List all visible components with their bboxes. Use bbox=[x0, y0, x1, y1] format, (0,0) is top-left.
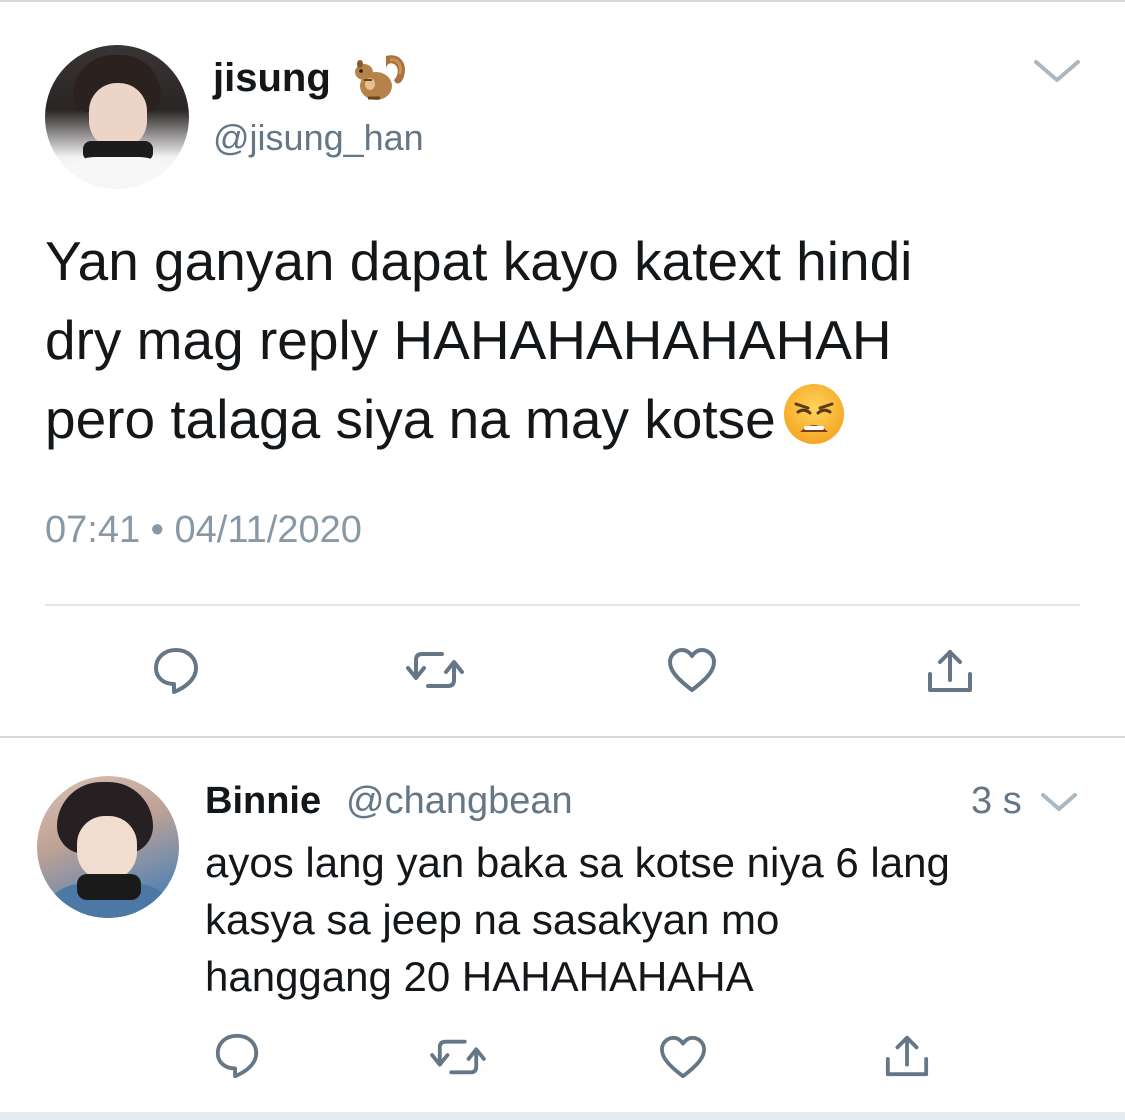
divider bbox=[45, 604, 1080, 606]
display-name[interactable]: jisung bbox=[213, 54, 331, 102]
retweet-icon[interactable] bbox=[406, 646, 464, 694]
reply-text: ayos lang yan baka sa kotse niya 6 lang … bbox=[205, 839, 950, 1000]
reply-username-handle[interactable]: @changbean bbox=[346, 778, 573, 824]
tweet-timestamp[interactable]: 07:41 • 04/11/2020 bbox=[45, 506, 362, 554]
chevron-down-icon[interactable] bbox=[1032, 56, 1082, 86]
weary-face-emoji-icon bbox=[783, 384, 844, 444]
squirrel-emoji-icon bbox=[355, 55, 406, 100]
tweet-separator bbox=[0, 736, 1125, 738]
heart-icon[interactable] bbox=[658, 1034, 708, 1080]
top-divider bbox=[0, 0, 1125, 2]
reply-avatar[interactable] bbox=[37, 776, 179, 918]
share-icon[interactable] bbox=[884, 1032, 930, 1080]
retweet-icon[interactable] bbox=[430, 1034, 486, 1080]
avatar[interactable] bbox=[45, 45, 189, 189]
share-icon[interactable] bbox=[926, 646, 974, 696]
reply-chevron-down-icon[interactable] bbox=[1040, 790, 1078, 814]
reply-time[interactable]: 3 s bbox=[971, 778, 1022, 824]
reply-icon[interactable] bbox=[212, 1030, 262, 1080]
reply-icon[interactable] bbox=[150, 644, 202, 696]
tweet-text: Yan ganyan dapat kayo katext hindi dry m… bbox=[45, 222, 1085, 459]
reply-display-name[interactable]: Binnie bbox=[205, 778, 321, 824]
bottom-edge bbox=[0, 1112, 1125, 1120]
heart-icon[interactable] bbox=[666, 646, 718, 694]
username-handle[interactable]: @jisung_han bbox=[213, 116, 424, 160]
